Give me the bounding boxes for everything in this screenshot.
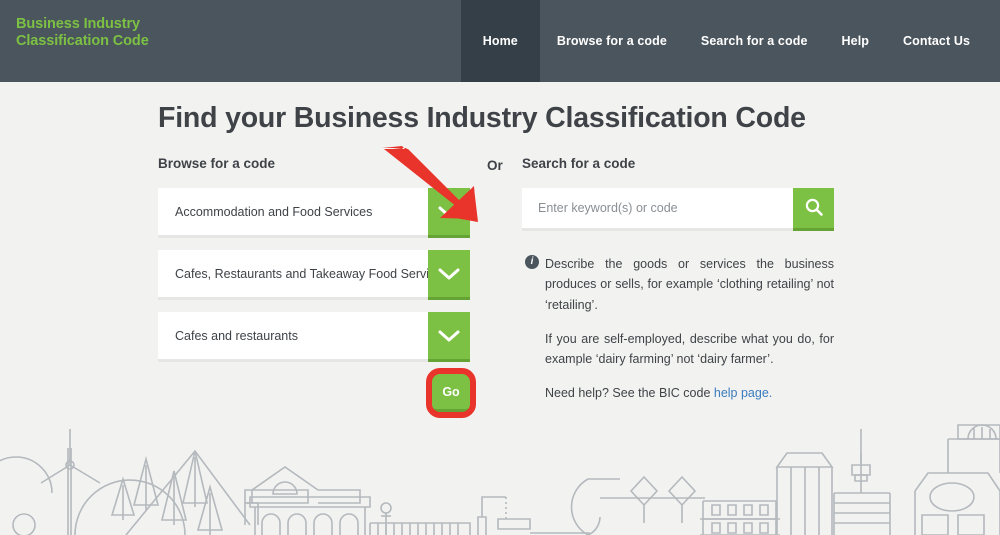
help-text-line-1: Describe the goods or services the busin… bbox=[545, 257, 834, 312]
or-separator-label: Or bbox=[487, 158, 503, 173]
chevron-down-icon[interactable] bbox=[428, 250, 470, 300]
nav-item-browse-for-a-code[interactable]: Browse for a code bbox=[540, 0, 684, 82]
main-navigation: Home Browse for a code Search for a code… bbox=[460, 0, 1000, 82]
help-page-link[interactable]: help page. bbox=[714, 386, 772, 400]
search-input[interactable] bbox=[522, 188, 793, 231]
select-class-value: Cafes and restaurants bbox=[175, 328, 298, 343]
page-title: Find your Business Industry Classificati… bbox=[158, 102, 806, 134]
select-division-value: Accommodation and Food Services bbox=[175, 204, 373, 219]
help-text-prefix: Need help? See the BIC code bbox=[545, 386, 714, 401]
logo-line-2: Classification Code bbox=[16, 33, 149, 50]
search-icon bbox=[804, 197, 824, 220]
site-logo[interactable]: Business Industry Classification Code bbox=[0, 0, 149, 50]
search-button[interactable] bbox=[793, 188, 834, 231]
help-text-line-2: If you are self-employed, describe what … bbox=[545, 331, 834, 366]
nav-item-home[interactable]: Home bbox=[460, 0, 540, 82]
go-button-area: Go bbox=[158, 368, 476, 424]
select-division[interactable]: Accommodation and Food Services bbox=[158, 188, 470, 238]
chevron-down-icon[interactable] bbox=[428, 312, 470, 362]
select-class[interactable]: Cafes and restaurants bbox=[158, 312, 470, 362]
search-heading: Search for a code bbox=[522, 156, 636, 171]
chevron-down-icon[interactable] bbox=[428, 188, 470, 238]
search-row bbox=[522, 188, 834, 231]
info-icon: i bbox=[525, 255, 539, 269]
select-subdivision-value: Cafes, Restaurants and Takeaway Food Ser… bbox=[175, 266, 449, 281]
main-content: Find your Business Industry Classificati… bbox=[0, 82, 1000, 535]
browse-heading: Browse for a code bbox=[158, 156, 276, 171]
search-help-block: i Describe the goods or services the bus… bbox=[522, 254, 834, 404]
nav-item-contact-us[interactable]: Contact Us bbox=[886, 0, 1000, 82]
site-header: Business Industry Classification Code Hom… bbox=[0, 0, 1000, 82]
browse-column: Browse for a code Accommodation and Food… bbox=[158, 156, 476, 424]
go-button[interactable]: Go bbox=[432, 374, 470, 412]
help-text-line-3: Need help? See the BIC code help page. bbox=[545, 383, 834, 403]
nav-item-help[interactable]: Help bbox=[825, 0, 887, 82]
search-column: Search for a code i Describe the goods o… bbox=[522, 156, 834, 404]
select-subdivision[interactable]: Cafes, Restaurants and Takeaway Food Ser… bbox=[158, 250, 470, 300]
logo-line-1: Business Industry bbox=[16, 16, 140, 32]
cityscape-illustration bbox=[0, 424, 1000, 535]
nav-item-search-for-a-code[interactable]: Search for a code bbox=[684, 0, 825, 82]
